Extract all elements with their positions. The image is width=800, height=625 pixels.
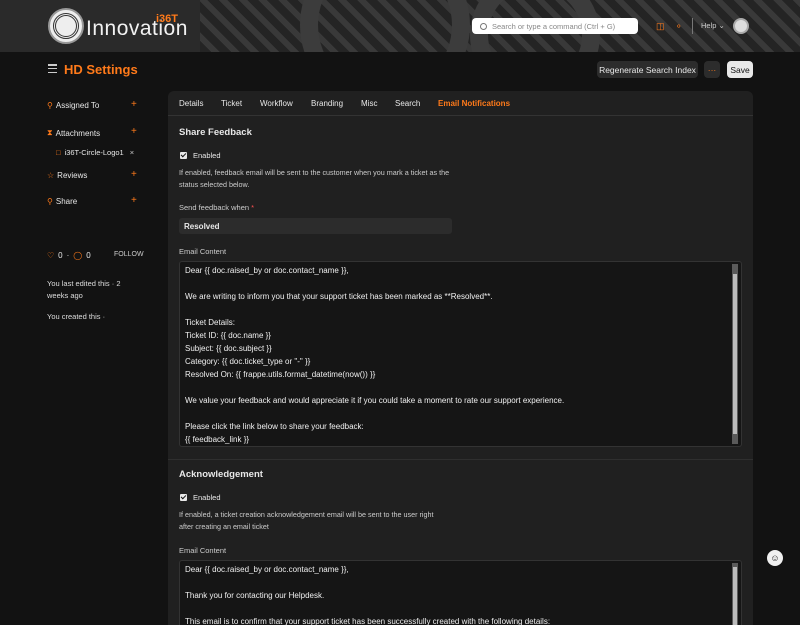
- sidebar-reviews[interactable]: ☆ Reviews: [47, 171, 87, 180]
- section-divider: [168, 459, 753, 460]
- page-title: HD Settings: [64, 62, 138, 77]
- search-icon: [480, 22, 487, 30]
- add-share-icon[interactable]: +: [131, 195, 137, 206]
- editor-line: This email is to confirm that your suppo…: [185, 617, 551, 625]
- regenerate-search-index-button[interactable]: Regenerate Search Index: [597, 61, 698, 78]
- brand-mark: i36T: [156, 13, 179, 25]
- editor-scrollbar[interactable]: [732, 264, 738, 444]
- last-edited-info: You last edited this · 2 weeks ago: [47, 279, 121, 300]
- bell-icon[interactable]: ⚬: [675, 21, 683, 32]
- email-content-label: Email Content: [179, 247, 227, 256]
- tab-search[interactable]: Search: [395, 99, 420, 108]
- tab-workflow[interactable]: Workflow: [260, 99, 293, 108]
- field-label: Send feedback when: [179, 203, 250, 212]
- editor-line: Please click the link below to share you…: [185, 422, 364, 431]
- created-info: You created this ·: [47, 312, 106, 321]
- editor-line: Category: {{ doc.ticket_type or "-" }}: [185, 357, 311, 366]
- help-label: Help: [701, 21, 717, 30]
- email-content-label: Email Content: [179, 546, 227, 555]
- chatbot-icon[interactable]: ☺: [767, 550, 783, 566]
- share-feedback-enabled-checkbox[interactable]: Enabled: [180, 151, 221, 160]
- editor-scrollbar[interactable]: [732, 563, 738, 625]
- tab-misc[interactable]: Misc: [361, 99, 377, 108]
- tab-email-notifications[interactable]: Email Notifications: [438, 99, 510, 108]
- editor-line: Resolved On: {{ frappe.utils.format_date…: [185, 370, 376, 379]
- required-marker: *: [251, 203, 255, 212]
- search-placeholder: Search or type a command (Ctrl + G): [492, 21, 616, 31]
- acknowledgement-enabled-checkbox[interactable]: Enabled: [180, 493, 221, 502]
- like-count: 0: [58, 251, 63, 260]
- header-decor-ring: [300, 0, 470, 52]
- send-feedback-when-label: Send feedback when *: [179, 203, 254, 212]
- sidebar-attachments[interactable]: ⧗ Attachments: [47, 128, 100, 138]
- comment-count: 0: [86, 251, 91, 260]
- share-feedback-email-editor[interactable]: Dear {{ doc.raised_by or doc.contact_nam…: [179, 261, 742, 447]
- editor-line: Ticket ID: {{ doc.name }}: [185, 331, 271, 340]
- attachment-item[interactable]: □ i36T-Circle-Logo1 ×: [56, 148, 134, 157]
- paperclip-icon: ⧗: [47, 128, 53, 137]
- attachment-name[interactable]: i36T-Circle-Logo1: [65, 148, 124, 157]
- checkbox-checked-icon[interactable]: [180, 494, 187, 501]
- help-menu[interactable]: Help ⌄: [701, 21, 725, 30]
- sidebar-item-label: Reviews: [57, 171, 88, 180]
- sidebar-item-label: Attachments: [55, 128, 101, 138]
- save-button[interactable]: Save: [727, 61, 753, 78]
- more-actions-button[interactable]: ···: [704, 61, 720, 78]
- share-feedback-description: If enabled, feedback email will be sent …: [179, 168, 450, 189]
- sidebar-toggle-icon[interactable]: [48, 64, 57, 75]
- remove-attachment-icon[interactable]: ×: [130, 148, 134, 157]
- settings-tabs: Details Ticket Workflow Branding Misc Se…: [168, 91, 753, 116]
- follow-button[interactable]: FOLLOW: [114, 251, 144, 258]
- assign-icon: ⚲: [47, 101, 53, 110]
- top-navbar: Innovation i36T Search or type a command…: [0, 0, 800, 52]
- editor-line: Thank you for contacting our Helpdesk.: [185, 591, 325, 600]
- star-icon: ☆: [47, 171, 55, 180]
- editor-line: Ticket Details:: [185, 318, 235, 327]
- add-review-icon[interactable]: +: [131, 169, 137, 180]
- heart-icon[interactable]: ♡: [47, 251, 54, 260]
- tab-details[interactable]: Details: [179, 99, 203, 108]
- dot-separator: ·: [66, 251, 70, 260]
- acknowledgement-description: If enabled, a ticket creation acknowledg…: [179, 510, 434, 531]
- avatar[interactable]: [733, 18, 749, 34]
- tab-branding[interactable]: Branding: [311, 99, 343, 108]
- checkbox-label: Enabled: [193, 493, 221, 502]
- share-icon: ⚲: [47, 197, 53, 206]
- add-assignee-icon[interactable]: +: [131, 99, 137, 110]
- sidebar-assigned-to[interactable]: ⚲ Assigned To: [47, 101, 99, 110]
- sidebar-share[interactable]: ⚲ Share: [47, 197, 77, 206]
- brand-logo-icon[interactable]: [48, 8, 84, 44]
- sidebar-item-label: Share: [55, 197, 78, 206]
- engagement-stats: ♡ 0 · ◯ 0: [47, 251, 91, 260]
- scrollbar-thumb[interactable]: [733, 274, 737, 434]
- sidebar-item-label: Assigned To: [55, 101, 100, 110]
- comment-icon[interactable]: ◯: [73, 251, 82, 260]
- search-input[interactable]: Search or type a command (Ctrl + G): [472, 18, 638, 34]
- editor-line: Dear {{ doc.raised_by or doc.contact_nam…: [185, 565, 349, 574]
- chat-icon[interactable]: ◫: [656, 21, 665, 32]
- editor-line: Subject: {{ doc.subject }}: [185, 344, 272, 353]
- add-attachment-icon[interactable]: +: [131, 126, 137, 137]
- checkbox-label: Enabled: [193, 151, 221, 160]
- scrollbar-thumb[interactable]: [733, 567, 737, 625]
- editor-line: We value your feedback and would appreci…: [185, 396, 565, 405]
- send-feedback-when-select[interactable]: Resolved: [179, 218, 452, 234]
- editor-line: {{ feedback_link }}: [185, 435, 250, 444]
- editor-line: Dear {{ doc.raised_by or doc.contact_nam…: [185, 266, 349, 275]
- chevron-down-icon: ⌄: [718, 21, 725, 30]
- lock-icon: □: [56, 148, 61, 157]
- editor-line: We are writing to inform you that your s…: [185, 292, 493, 301]
- acknowledgement-heading: Acknowledgement: [179, 469, 263, 480]
- share-feedback-heading: Share Feedback: [179, 127, 252, 138]
- checkbox-checked-icon[interactable]: [180, 152, 187, 159]
- tab-ticket[interactable]: Ticket: [221, 99, 242, 108]
- acknowledgement-email-editor[interactable]: Dear {{ doc.raised_by or doc.contact_nam…: [179, 560, 742, 625]
- settings-card: Details Ticket Workflow Branding Misc Se…: [168, 91, 753, 625]
- header-divider: [692, 18, 693, 34]
